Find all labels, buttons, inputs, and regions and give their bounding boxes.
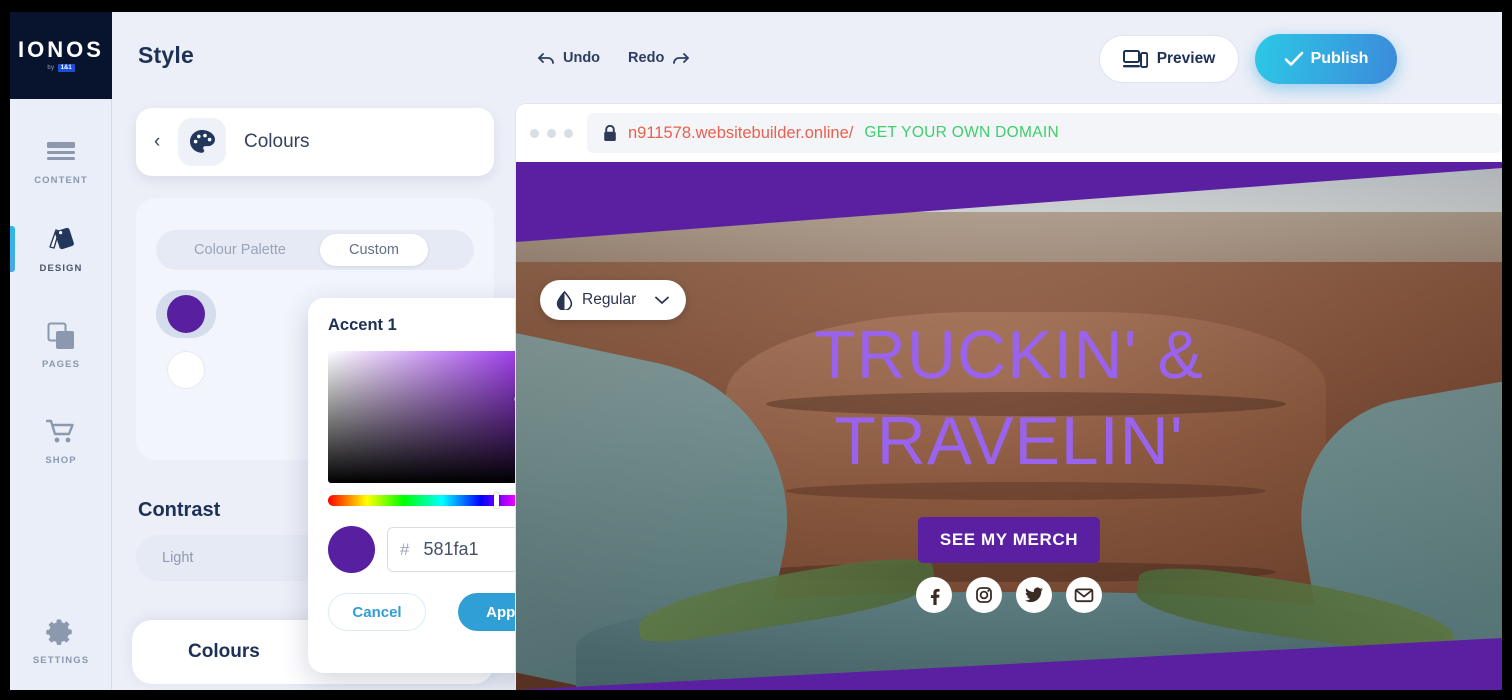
contrast-droplet-icon	[556, 290, 573, 310]
palette-mode-segmented-control[interactable]: Colour Palette Custom	[156, 230, 474, 270]
sidebar-item-label: SETTINGS	[32, 654, 90, 666]
sidebar-item-content[interactable]: CONTENT	[10, 124, 112, 198]
contrast-pill-label: Regular	[582, 291, 637, 308]
cancel-button[interactable]: Cancel	[328, 593, 426, 631]
colours-section-header[interactable]: ‹ Colours	[136, 108, 494, 176]
style-panel: Style Undo Redo ‹ Colours Colour Palette…	[112, 12, 690, 690]
lock-icon	[604, 124, 616, 141]
preview-label: Preview	[1156, 50, 1216, 67]
ionos-logo[interactable]: IONOS by 1&1	[10, 12, 112, 99]
colour-preview-dot	[328, 526, 375, 573]
window-dots	[530, 128, 573, 138]
swatch-row-accent-2	[156, 346, 216, 394]
main-sidebar: IONOS by 1&1 CONTENT DESIGN PAGES SHOP S…	[10, 12, 112, 690]
chevron-down-icon	[655, 296, 670, 304]
twitter-icon[interactable]	[1016, 577, 1052, 613]
hero-cta-button[interactable]: SEE MY MERCH	[917, 517, 1101, 563]
hero-headline: TRUCKIN' & TRAVELIN'	[516, 312, 1502, 484]
instagram-icon[interactable]	[966, 577, 1002, 613]
redo-label: Redo	[628, 50, 665, 66]
undo-button[interactable]: Undo	[538, 50, 600, 66]
sidebar-item-settings[interactable]: SETTINGS	[10, 604, 112, 678]
colours-label: Colours	[244, 131, 310, 152]
pages-icon	[44, 321, 78, 351]
redo-icon	[673, 52, 690, 64]
get-domain-link[interactable]: GET YOUR OWN DOMAIN	[864, 124, 1059, 142]
sidebar-item-shop[interactable]: SHOP	[10, 404, 112, 478]
redo-button[interactable]: Redo	[628, 50, 690, 66]
hue-slider-handle[interactable]	[494, 493, 500, 508]
sidebar-item-label: SHOP	[45, 454, 77, 466]
undo-label: Undo	[563, 50, 601, 66]
undo-redo-group: Undo Redo	[538, 50, 690, 66]
url-text: n911578.websitebuilder.online/	[628, 123, 854, 142]
logo-1and1-badge: 1&1	[57, 64, 75, 72]
app-window: IONOS by 1&1 CONTENT DESIGN PAGES SHOP S…	[10, 12, 1502, 690]
logo-wordmark: IONOS	[18, 37, 104, 62]
devices-icon	[1122, 49, 1148, 68]
swatch-row-accent-1	[156, 290, 216, 338]
preview-browser-bar: n911578.websitebuilder.online/ GET YOUR …	[516, 104, 1502, 162]
sidebar-item-pages[interactable]: PAGES	[10, 308, 112, 382]
social-links	[916, 577, 1102, 613]
content-icon	[44, 137, 78, 167]
hash-symbol: #	[400, 539, 410, 559]
colour-swatch-accent-1[interactable]	[156, 290, 216, 338]
sidebar-item-label: PAGES	[41, 358, 81, 370]
check-icon	[1284, 51, 1303, 66]
hero-headline-line-2: TRAVELIN'	[834, 403, 1184, 479]
site-preview-canvas: n911578.websitebuilder.online/ GET YOUR …	[516, 104, 1502, 690]
colour-swatch-accent-2[interactable]	[156, 346, 216, 394]
logo-subline: by 1&1	[47, 64, 75, 72]
facebook-icon[interactable]	[916, 577, 952, 613]
sidebar-item-label: CONTENT	[34, 174, 88, 186]
logo-by-text: by	[47, 65, 55, 71]
swatch-fill	[167, 351, 205, 389]
publish-button[interactable]: Publish	[1255, 34, 1397, 84]
back-chevron-icon[interactable]: ‹	[154, 131, 176, 153]
email-icon[interactable]	[1066, 577, 1102, 613]
swatch-fill	[167, 295, 205, 333]
page-title: Style	[138, 42, 194, 68]
segment-colour-palette[interactable]: Colour Palette	[160, 234, 320, 266]
palette-icon	[178, 118, 226, 166]
undo-icon	[538, 52, 554, 64]
preview-button[interactable]: Preview	[1099, 35, 1239, 83]
sidebar-item-label: DESIGN	[39, 262, 83, 274]
contrast-option-light[interactable]: Light	[140, 550, 215, 566]
gear-icon	[44, 617, 78, 647]
design-icon	[44, 225, 78, 255]
colours-bottom-label: Colours	[188, 641, 260, 662]
sidebar-item-design[interactable]: DESIGN	[10, 212, 112, 286]
hero-headline-line-1: TRUCKIN' &	[814, 317, 1204, 393]
publish-label: Publish	[1310, 50, 1369, 67]
address-bar[interactable]: n911578.websitebuilder.online/ GET YOUR …	[587, 113, 1502, 153]
segment-custom[interactable]: Custom	[320, 234, 428, 266]
shop-icon	[44, 417, 78, 447]
rendered-website: Regular TRUCKIN' & TRAVELIN' SEE MY MERC…	[516, 162, 1502, 690]
contrast-label: Contrast	[138, 499, 221, 521]
